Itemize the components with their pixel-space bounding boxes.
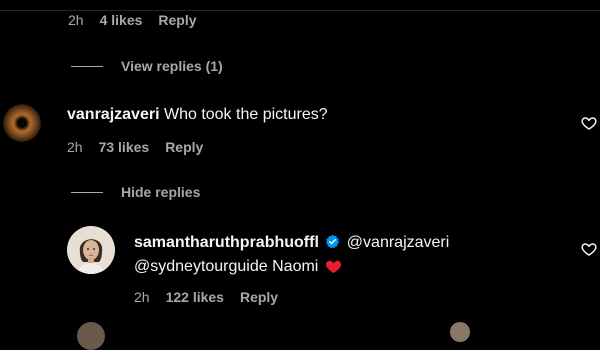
timestamp: 2h	[134, 289, 150, 305]
comment-body: Who took the pictures?	[163, 106, 328, 123]
reply-button[interactable]: Reply	[165, 139, 203, 155]
likes-count[interactable]: 73 likes	[99, 139, 150, 155]
heart-outline-icon[interactable]	[581, 115, 597, 131]
avatar[interactable]	[450, 322, 470, 342]
comment-text: vanrajzaveri Who took the pictures?	[67, 103, 328, 127]
reply-body: Naomi	[272, 258, 319, 275]
likes-count[interactable]: 122 likes	[166, 289, 224, 305]
verified-badge-icon	[326, 234, 340, 249]
hide-replies-button[interactable]: Hide replies	[71, 184, 200, 200]
reply-text: samantharuthprabhuoffl @vanrajzaveri @sy…	[134, 231, 534, 279]
timestamp: 2h	[68, 12, 84, 28]
heart-outline-icon[interactable]	[581, 241, 597, 257]
avatar[interactable]	[3, 104, 41, 142]
hide-replies-label: Hide replies	[121, 184, 201, 200]
divider	[0, 10, 600, 11]
timestamp: 2h	[67, 139, 83, 155]
divider-line	[71, 65, 103, 67]
divider-line	[71, 191, 103, 193]
reply-button[interactable]: Reply	[240, 289, 278, 305]
reply-button[interactable]: Reply	[158, 12, 196, 28]
avatar[interactable]	[77, 322, 105, 350]
view-replies-label: View replies (1)	[121, 58, 223, 74]
reply-meta-row: 2h 122 likes Reply	[134, 289, 294, 305]
mention-link[interactable]: @vanrajzaveri	[347, 234, 450, 251]
red-heart-icon	[325, 260, 341, 274]
comment-meta-row: 2h 73 likes Reply	[67, 139, 219, 155]
mention-link[interactable]: @sydneytourguide	[134, 258, 268, 275]
username[interactable]: vanrajzaveri	[67, 106, 160, 123]
likes-count[interactable]: 4 likes	[100, 12, 143, 28]
avatar[interactable]	[67, 226, 115, 274]
view-replies-button[interactable]: View replies (1)	[71, 58, 223, 74]
comment-meta-row: 2h 4 likes Reply	[68, 12, 213, 28]
username[interactable]: samantharuthprabhuoffl	[134, 234, 319, 251]
